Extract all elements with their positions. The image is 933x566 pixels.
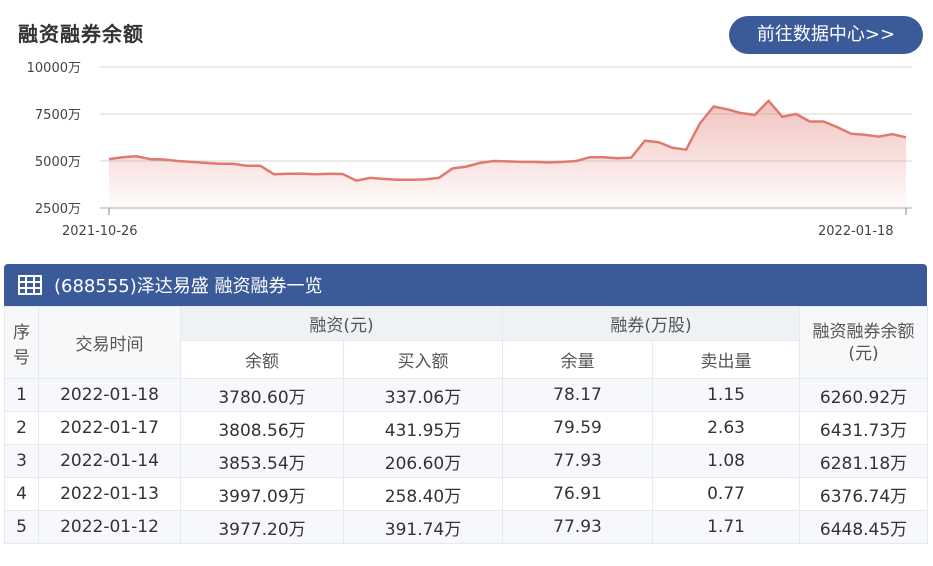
x-tick-label-end: 2022-01-18 — [818, 224, 894, 239]
row-fin-balance: 3780.60万 — [180, 378, 344, 412]
row-total: 6448.45万 — [799, 510, 929, 544]
margin-trading-table-panel: (688555)泽达易盛 融资融券一览 序号 交易时间 融资(元) 融券(万股)… — [4, 264, 929, 548]
panel-title: (688555)泽达易盛 融资融券一览 — [54, 276, 323, 297]
row-index: 3 — [4, 444, 39, 478]
x-tick-label-start: 2021-10-26 — [62, 224, 138, 239]
table-row: 1 2022-01-18 3780.60万 337.06万 78.17 1.15… — [4, 378, 929, 412]
col-header-lend-sell: 卖出量 — [652, 340, 801, 379]
row-index: 4 — [4, 477, 39, 511]
row-fin-balance: 3997.09万 — [180, 477, 344, 511]
y-tick-label: 2500万 — [35, 202, 81, 217]
margin-balance-chart: 10000万 7500万 5000万 2500万 2021-10-26 2022-01… — [27, 61, 912, 239]
goto-data-center-button[interactable]: 前往数据中心>> — [729, 16, 923, 54]
row-lend-balance: 76.91 — [502, 477, 654, 511]
row-fin-buy: 431.95万 — [342, 411, 504, 445]
row-fin-buy: 258.40万 — [342, 477, 504, 511]
y-tick-label: 10000万 — [27, 61, 81, 76]
row-total: 6431.73万 — [799, 411, 929, 445]
row-fin-balance: 3853.54万 — [180, 444, 344, 478]
panel-header: (688555)泽达易盛 融资融券一览 — [4, 264, 927, 306]
col-header-fin-buy: 买入额 — [342, 340, 504, 379]
col-header-date: 交易时间 — [38, 306, 181, 379]
row-lend-balance: 77.93 — [502, 510, 654, 544]
col-header-fin-balance: 余额 — [180, 340, 344, 379]
row-total: 6376.74万 — [799, 477, 929, 511]
col-group-financing: 融资(元) — [179, 306, 504, 341]
col-header-index: 序号 — [4, 306, 39, 379]
row-total: 6260.92万 — [799, 378, 929, 412]
row-date: 2022-01-14 — [38, 444, 181, 478]
row-date: 2022-01-13 — [38, 477, 181, 511]
row-date: 2022-01-18 — [38, 378, 181, 412]
row-lend-sell: 0.77 — [652, 477, 801, 511]
row-lend-balance: 78.17 — [502, 378, 654, 412]
table-row: 5 2022-01-12 3977.20万 391.74万 77.93 1.71… — [4, 510, 929, 544]
table-row: 2 2022-01-17 3808.56万 431.95万 79.59 2.63… — [4, 411, 929, 445]
row-lend-sell: 1.71 — [652, 510, 801, 544]
y-tick-label: 5000万 — [35, 155, 81, 170]
row-lend-sell: 2.63 — [652, 411, 801, 445]
table-row: 3 2022-01-14 3853.54万 206.60万 77.93 1.08… — [4, 444, 929, 478]
row-lend-sell: 1.08 — [652, 444, 801, 478]
row-index: 1 — [4, 378, 39, 412]
row-date: 2022-01-12 — [38, 510, 181, 544]
row-date: 2022-01-17 — [38, 411, 181, 445]
page-title: 融资融券余额 — [18, 22, 144, 46]
col-header-total: 融资融券余额(元) — [799, 306, 929, 379]
row-lend-sell: 1.15 — [652, 378, 801, 412]
row-index: 5 — [4, 510, 39, 544]
row-fin-balance: 3977.20万 — [180, 510, 344, 544]
row-lend-balance: 79.59 — [502, 411, 654, 445]
row-lend-balance: 77.93 — [502, 444, 654, 478]
row-fin-buy: 337.06万 — [342, 378, 504, 412]
table-grid-icon — [18, 275, 42, 295]
row-total: 6281.18万 — [799, 444, 929, 478]
row-fin-balance: 3808.56万 — [180, 411, 344, 445]
y-tick-label: 7500万 — [35, 108, 81, 123]
row-fin-buy: 206.60万 — [342, 444, 504, 478]
table-row: 4 2022-01-13 3997.09万 258.40万 76.91 0.77… — [4, 477, 929, 511]
col-header-lend-balance: 余量 — [502, 340, 654, 379]
col-group-lending: 融券(万股) — [502, 306, 801, 341]
row-index: 2 — [4, 411, 39, 445]
margin-trading-table: 序号 交易时间 融资(元) 融券(万股) 融资融券余额(元) 余额 买入额 余量… — [4, 306, 929, 544]
row-fin-buy: 391.74万 — [342, 510, 504, 544]
